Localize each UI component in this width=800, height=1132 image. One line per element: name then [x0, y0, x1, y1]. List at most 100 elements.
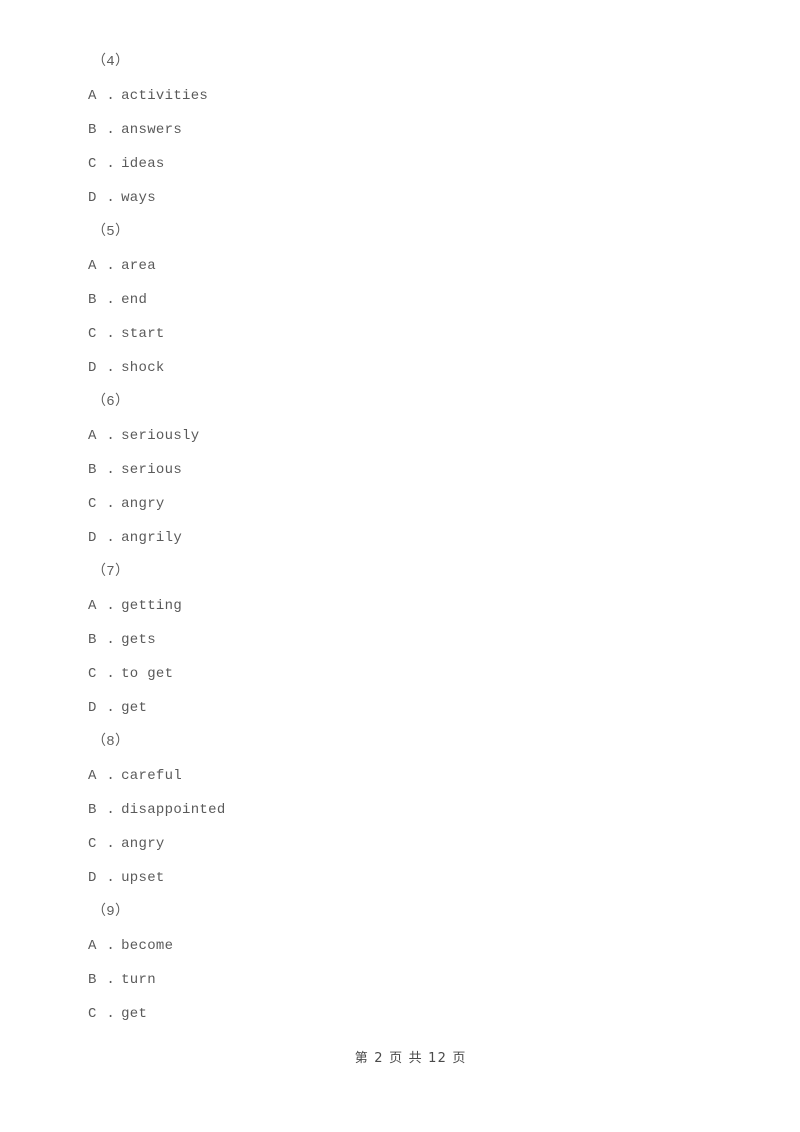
- option-letter: D: [88, 700, 97, 716]
- option-letter: B: [88, 462, 97, 478]
- page-footer: 第 2 页 共 12 页: [0, 1032, 800, 1081]
- option-letter: C: [88, 836, 97, 852]
- option-text: gets: [121, 632, 156, 648]
- answer-option[interactable]: A . getting: [88, 589, 728, 623]
- option-letter: B: [88, 972, 97, 988]
- option-separator: .: [106, 360, 116, 376]
- option-separator: .: [106, 972, 116, 988]
- option-letter: A: [88, 428, 97, 444]
- question-group: （8） A . careful B . disappointed C . angry D . u…: [88, 725, 728, 895]
- option-text: seriously: [121, 428, 200, 444]
- answer-option[interactable]: B . turn: [88, 963, 728, 997]
- option-text: start: [121, 326, 165, 342]
- question-group: （9） A . become B . turn C . get: [88, 895, 728, 1031]
- answer-option[interactable]: D . upset: [88, 861, 728, 895]
- option-letter: D: [88, 190, 97, 206]
- option-text: turn: [121, 972, 156, 988]
- answer-option[interactable]: C . start: [88, 317, 728, 351]
- option-text: get: [121, 700, 148, 716]
- answer-option[interactable]: B . serious: [88, 453, 728, 487]
- option-text: to get: [121, 666, 174, 682]
- question-group: （7） A . getting B . gets C . to get D . get: [88, 555, 728, 725]
- option-text: disappointed: [121, 802, 226, 818]
- option-letter: D: [88, 870, 97, 886]
- document-page: （4） A . activities B . answers C . ideas D . way…: [0, 0, 800, 1132]
- option-text: careful: [121, 768, 183, 784]
- option-text: angrily: [121, 530, 183, 546]
- answer-option[interactable]: B . end: [88, 283, 728, 317]
- answer-option[interactable]: A . seriously: [88, 419, 728, 453]
- question-number: （7）: [92, 564, 130, 580]
- option-separator: .: [106, 802, 116, 818]
- option-letter: B: [88, 292, 97, 308]
- option-separator: .: [106, 496, 116, 512]
- option-separator: .: [106, 462, 116, 478]
- option-text: get: [121, 1006, 148, 1022]
- answer-option[interactable]: A . activities: [88, 79, 728, 113]
- option-letter: D: [88, 530, 97, 546]
- question-number: （8）: [92, 734, 130, 750]
- answer-option[interactable]: D . get: [88, 691, 728, 725]
- answer-option[interactable]: C . to get: [88, 657, 728, 691]
- option-text: activities: [121, 88, 209, 104]
- option-separator: .: [106, 768, 116, 784]
- answer-option[interactable]: A . become: [88, 929, 728, 963]
- option-separator: .: [106, 326, 116, 342]
- question-list: （4） A . activities B . answers C . ideas D . way…: [88, 45, 728, 1031]
- answer-option[interactable]: C . get: [88, 997, 728, 1031]
- question-number: （6）: [92, 394, 130, 410]
- option-letter: C: [88, 496, 97, 512]
- answer-option[interactable]: D . ways: [88, 181, 728, 215]
- question-number: （5）: [92, 224, 130, 240]
- option-text: ideas: [121, 156, 165, 172]
- option-letter: A: [88, 768, 97, 784]
- answer-option[interactable]: C . angry: [88, 487, 728, 521]
- option-text: end: [121, 292, 148, 308]
- answer-option[interactable]: A . area: [88, 249, 728, 283]
- answer-option[interactable]: B . gets: [88, 623, 728, 657]
- option-separator: .: [106, 156, 116, 172]
- option-separator: .: [106, 700, 116, 716]
- option-text: angry: [121, 836, 165, 852]
- option-letter: A: [88, 938, 97, 954]
- question-group: （5） A . area B . end C . start D . shock: [88, 215, 728, 385]
- option-separator: .: [106, 870, 116, 886]
- answer-option[interactable]: C . angry: [88, 827, 728, 861]
- answer-option[interactable]: B . disappointed: [88, 793, 728, 827]
- answer-option[interactable]: D . shock: [88, 351, 728, 385]
- option-text: upset: [121, 870, 165, 886]
- question-number: （4）: [92, 54, 130, 70]
- answer-option[interactable]: D . angrily: [88, 521, 728, 555]
- option-separator: .: [106, 428, 116, 444]
- option-letter: C: [88, 1006, 97, 1022]
- option-text: become: [121, 938, 174, 954]
- option-letter: B: [88, 122, 97, 138]
- option-separator: .: [106, 1006, 116, 1022]
- option-letter: A: [88, 88, 97, 104]
- option-letter: A: [88, 258, 97, 274]
- option-separator: .: [106, 190, 116, 206]
- question-group: （6） A . seriously B . serious C . angry D . angr…: [88, 385, 728, 555]
- question-group: （4） A . activities B . answers C . ideas D . way…: [88, 45, 728, 215]
- option-separator: .: [106, 292, 116, 308]
- option-text: area: [121, 258, 156, 274]
- option-separator: .: [106, 836, 116, 852]
- option-text: shock: [121, 360, 165, 376]
- option-letter: A: [88, 598, 97, 614]
- answer-option[interactable]: C . ideas: [88, 147, 728, 181]
- option-letter: D: [88, 360, 97, 376]
- option-letter: C: [88, 156, 97, 172]
- option-text: answers: [121, 122, 183, 138]
- option-separator: .: [106, 666, 116, 682]
- option-separator: .: [106, 938, 116, 954]
- option-letter: B: [88, 632, 97, 648]
- option-letter: C: [88, 666, 97, 682]
- page-number-label: 第 2 页 共 12 页: [354, 1051, 467, 1066]
- answer-option[interactable]: A . careful: [88, 759, 728, 793]
- answer-option[interactable]: B . answers: [88, 113, 728, 147]
- option-text: ways: [121, 190, 156, 206]
- option-separator: .: [106, 122, 116, 138]
- option-text: getting: [121, 598, 183, 614]
- option-separator: .: [106, 632, 116, 648]
- option-letter: B: [88, 802, 97, 818]
